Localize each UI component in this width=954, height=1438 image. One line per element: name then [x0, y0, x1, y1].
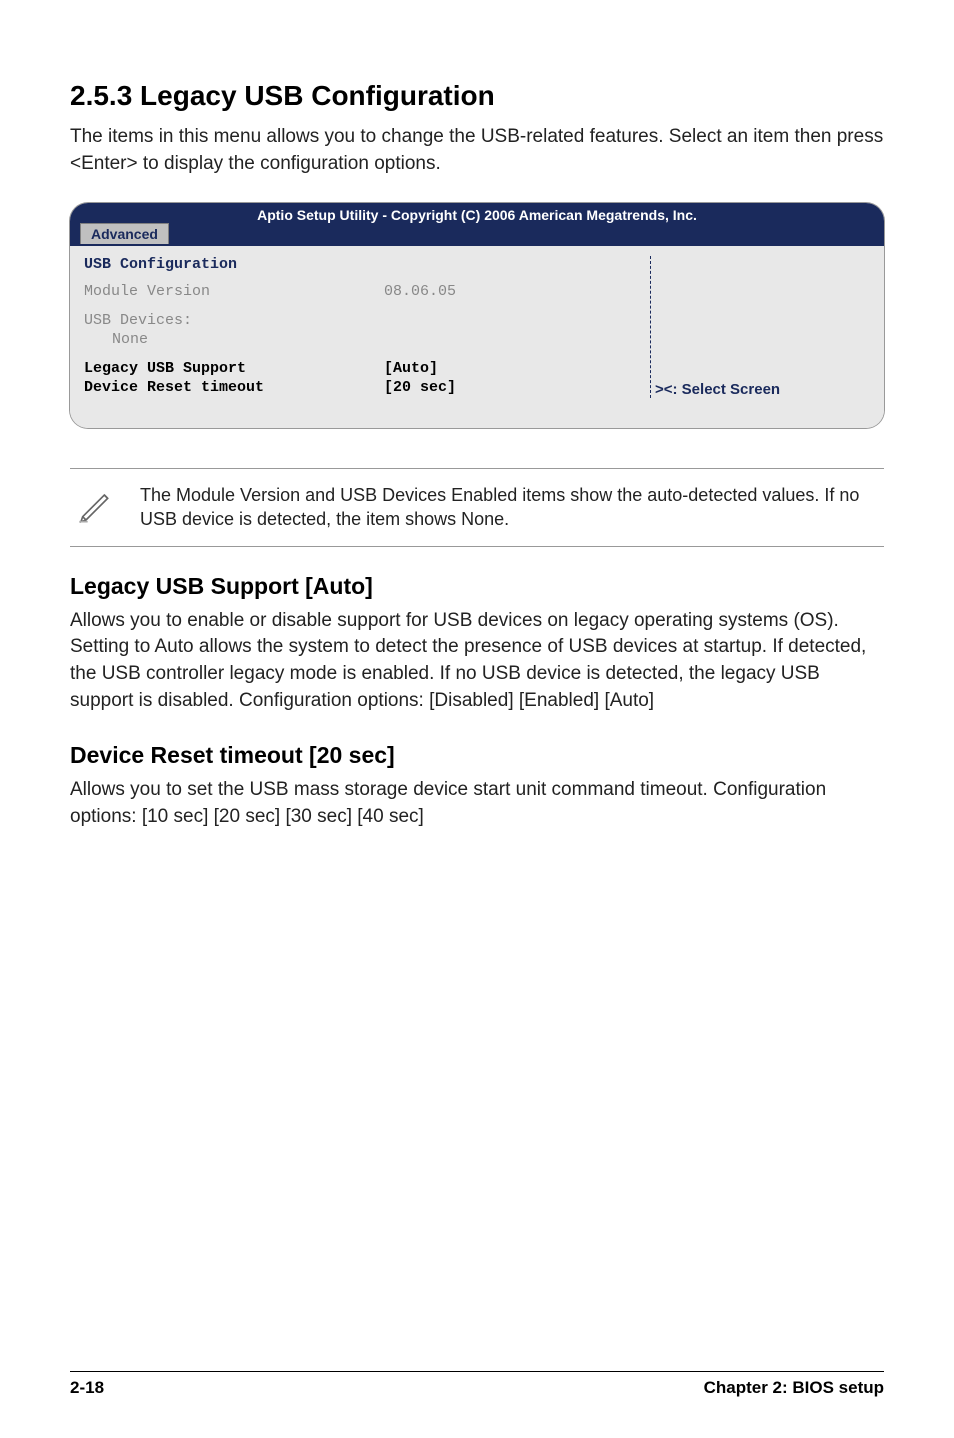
device-reset-heading: Device Reset timeout [20 sec]: [70, 742, 884, 769]
device-reset-body: Allows you to set the USB mass storage d…: [70, 777, 884, 830]
chapter-label: Chapter 2: BIOS setup: [704, 1378, 884, 1398]
bios-body: USB Configuration Module Version 08.06.0…: [70, 246, 884, 428]
bios-screenshot: Aptio Setup Utility - Copyright (C) 2006…: [70, 203, 884, 428]
pencil-note-icon: [70, 483, 130, 530]
bios-usb-devices-value: None: [84, 331, 384, 348]
bios-section-title: USB Configuration: [84, 256, 640, 273]
bios-header-bar: Aptio Setup Utility - Copyright (C) 2006…: [70, 203, 884, 223]
bios-copyright: Aptio Setup Utility - Copyright (C) 2006…: [257, 207, 697, 223]
legacy-usb-heading: Legacy USB Support [Auto]: [70, 573, 884, 600]
bios-tab-row: Advanced: [70, 223, 884, 246]
intro-paragraph: The items in this menu allows you to cha…: [70, 124, 884, 177]
bios-device-reset-label[interactable]: Device Reset timeout: [84, 379, 384, 396]
page-number: 2-18: [70, 1378, 104, 1398]
bios-usb-devices-label: USB Devices:: [84, 312, 384, 329]
note-text: The Module Version and USB Devices Enabl…: [130, 483, 884, 532]
bios-device-reset-value[interactable]: [20 sec]: [384, 379, 456, 396]
bios-module-version-value: 08.06.05: [384, 283, 456, 300]
bios-legacy-usb-value[interactable]: [Auto]: [384, 360, 438, 377]
page-footer: 2-18 Chapter 2: BIOS setup: [70, 1371, 884, 1398]
note-callout: The Module Version and USB Devices Enabl…: [70, 468, 884, 547]
legacy-usb-body: Allows you to enable or disable support …: [70, 608, 884, 714]
bios-legacy-usb-label[interactable]: Legacy USB Support: [84, 360, 384, 377]
section-heading: 2.5.3 Legacy USB Configuration: [70, 80, 884, 112]
bios-nav-hint: ><: Select Screen: [655, 381, 780, 398]
bios-module-version-label: Module Version: [84, 283, 384, 300]
bios-tab-advanced[interactable]: Advanced: [80, 223, 169, 244]
